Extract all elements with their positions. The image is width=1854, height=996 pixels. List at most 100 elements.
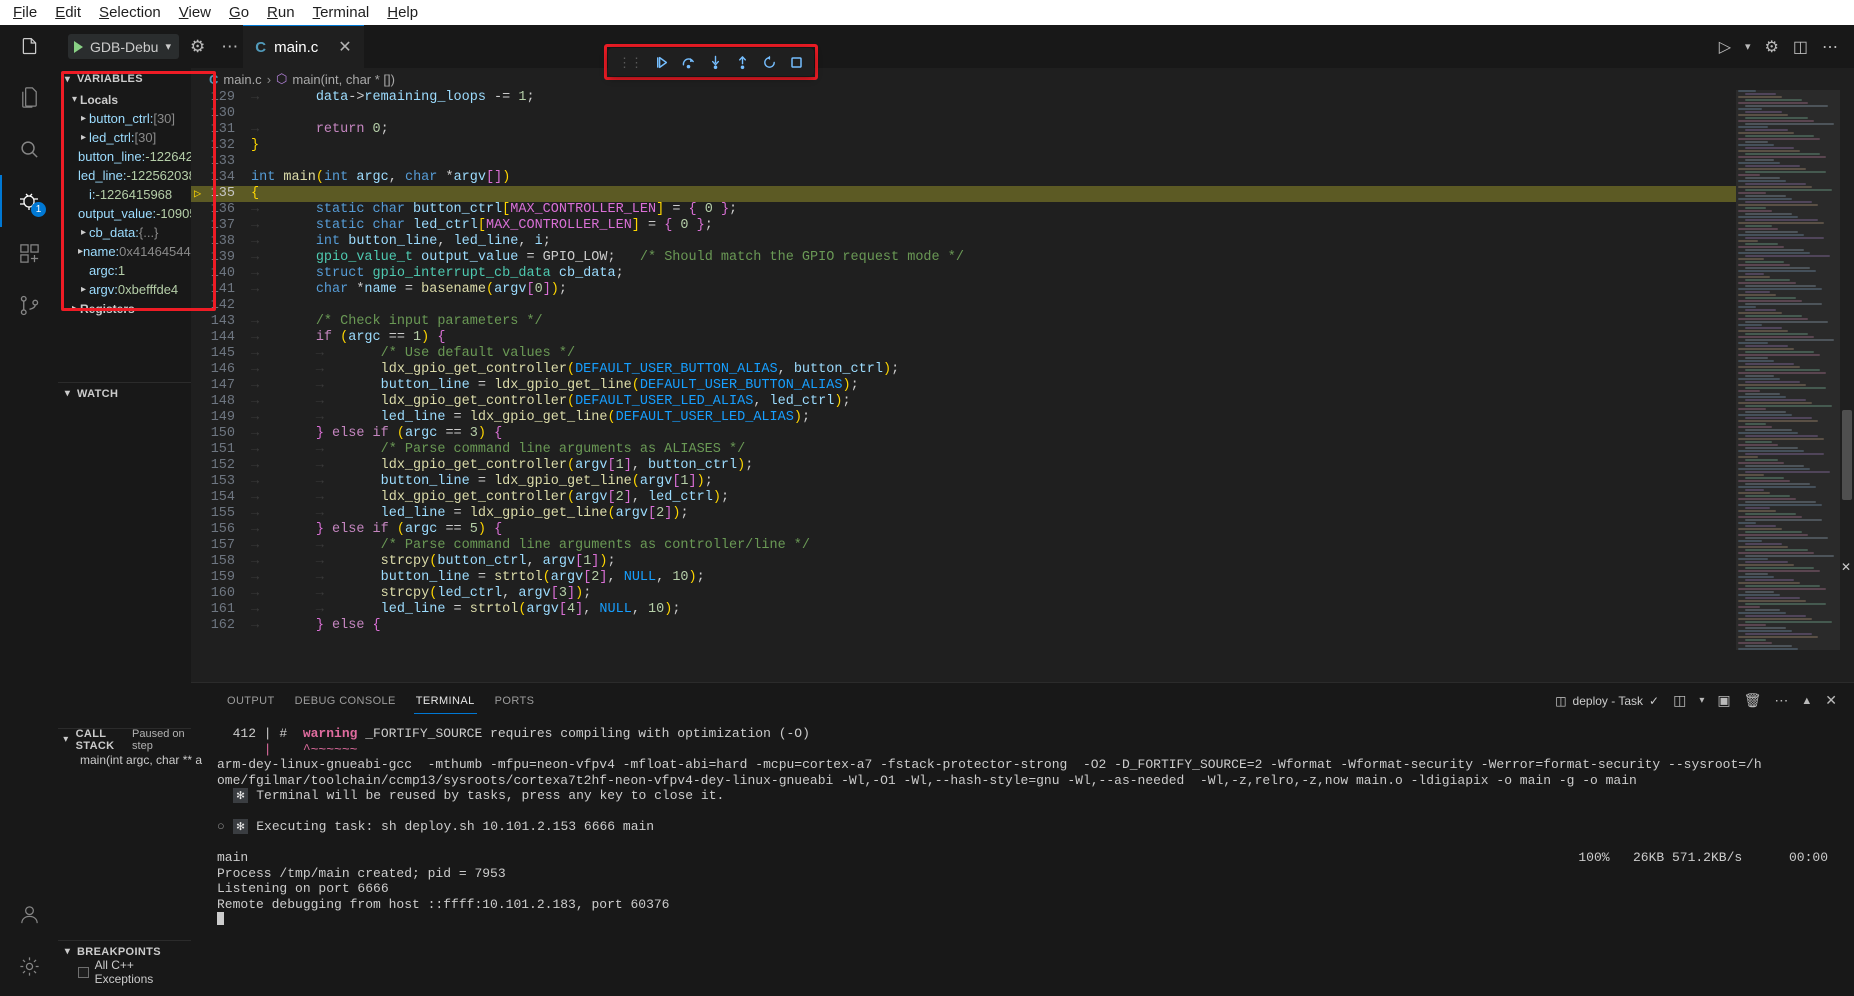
variable-row[interactable]: button_line: -1226423… — [58, 147, 213, 166]
sidebar-item-extensions[interactable] — [0, 227, 58, 279]
breakpoint-row[interactable]: All C++ Exceptions — [58, 958, 191, 986]
code-line[interactable]: 154 → → ldx_gpio_get_controller(argv[2], … — [191, 490, 1736, 506]
split-terminal-icon[interactable]: ◫ — [1668, 690, 1691, 711]
code-line[interactable]: 160 → → strcpy(led_ctrl, argv[3]); — [191, 586, 1736, 602]
close-icon[interactable]: ✕ — [1820, 690, 1842, 711]
code-line[interactable]: 143 → /* Check input parameters */ — [191, 314, 1736, 330]
run-icon[interactable]: ▷ — [1713, 33, 1737, 61]
ellipsis-icon[interactable]: ⋯ — [216, 37, 243, 57]
more-actions-icon[interactable]: ⋯ — [1816, 33, 1844, 61]
sidebar-item-source-control[interactable] — [0, 279, 58, 331]
variables-group-locals[interactable]: ▾ Locals — [58, 90, 191, 109]
chevron-down-icon[interactable]: ▾ — [69, 94, 80, 105]
chevron-down-icon[interactable]: ▾ — [62, 388, 73, 399]
continue-button[interactable] — [648, 50, 675, 74]
menu-help[interactable]: Help — [378, 2, 427, 24]
code-line[interactable]: 139 → gpio_value_t output_value = GPIO_LO… — [191, 250, 1736, 266]
variable-row[interactable]: ▸ cb_data: {...} — [58, 223, 191, 242]
menu-edit[interactable]: Edit — [46, 2, 90, 24]
code-line[interactable]: 157 → → /* Parse command line arguments a… — [191, 538, 1736, 554]
gear-icon[interactable]: ⚙ — [185, 37, 210, 57]
code-line[interactable]: 162 → } else { — [191, 618, 1736, 634]
sidebar-item-search[interactable] — [0, 123, 58, 175]
code-line[interactable]: 138 → int button_line, led_line, i; — [191, 234, 1736, 250]
callstack-frame-row[interactable]: main(int argc, char ** a — [58, 750, 202, 770]
chevron-down-icon[interactable]: ▾ — [1694, 693, 1709, 708]
code-line[interactable]: 147 → → button_line = ldx_gpio_get_line(D… — [191, 378, 1736, 394]
chevron-down-icon[interactable]: ▾ — [165, 40, 171, 53]
code-line[interactable]: 142 — [191, 298, 1736, 314]
tab-terminal[interactable]: TERMINAL — [406, 683, 485, 718]
terminal-task-chip[interactable]: ◫ deploy - Task ✓ — [1549, 694, 1665, 708]
chevron-down-icon[interactable]: ▾ — [62, 946, 73, 957]
code-lines[interactable]: 129 → data->remaining_loops -= 1; 130 131 → … — [191, 90, 1736, 682]
code-line[interactable]: 153 → → button_line = ldx_gpio_get_line(a… — [191, 474, 1736, 490]
code-line[interactable]: 155 → → led_line = ldx_gpio_get_line(argv… — [191, 506, 1736, 522]
menu-go[interactable]: Go — [220, 2, 258, 24]
menu-file[interactable]: File — [4, 2, 46, 24]
code-line[interactable]: 140 → struct gpio_interrupt_cb_data cb_da… — [191, 266, 1736, 282]
menu-selection[interactable]: Selection — [90, 2, 170, 24]
chevron-right-icon[interactable]: ▸ — [78, 284, 89, 295]
trash-icon[interactable]: 🗑 — [1739, 690, 1767, 711]
code-line[interactable]: 133 — [191, 154, 1736, 170]
step-out-button[interactable] — [729, 50, 756, 74]
tab-debug-console[interactable]: DEBUG CONSOLE — [285, 683, 406, 718]
variable-row[interactable]: i: -1226415968 — [58, 185, 191, 204]
editor-scrollbar[interactable]: ✕ — [1840, 90, 1854, 682]
code-line[interactable]: 145 → → /* Use default values */ — [191, 346, 1736, 362]
code-line[interactable]: 136 → static char button_ctrl[MAX_CONTROL… — [191, 202, 1736, 218]
code-line[interactable]: 134 int main(int argc, char *argv[]) — [191, 170, 1736, 186]
terminal-output[interactable]: 412 | # warning _FORTIFY_SOURCE requires… — [191, 718, 1854, 996]
code-line[interactable]: 148 → → ldx_gpio_get_controller(DEFAULT_U… — [191, 394, 1736, 410]
restart-button[interactable] — [756, 50, 783, 74]
chevron-down-icon[interactable]: ▾ — [62, 74, 73, 85]
step-into-button[interactable] — [702, 50, 729, 74]
tab-main-c[interactable]: C main.c ✕ — [243, 25, 364, 68]
variable-row[interactable]: output_value: -109051… — [58, 204, 217, 223]
variables-section-header[interactable]: ▾ VARIABLES — [58, 68, 191, 90]
stop-button[interactable] — [783, 50, 810, 74]
start-debug-icon[interactable] — [74, 40, 83, 53]
scrollbar-thumb[interactable] — [1842, 410, 1852, 500]
variable-row[interactable]: led_line: -1225620387 — [58, 166, 203, 185]
code-editor[interactable]: 129 → data->remaining_loops -= 1; 130 131 → … — [191, 90, 1854, 682]
explorer-icon-top[interactable] — [0, 25, 58, 68]
code-line[interactable]: 159 → → button_line = strtol(argv[2], NUL… — [191, 570, 1736, 586]
settings-gear-icon[interactable] — [0, 940, 58, 992]
code-line[interactable]: 146 → → ldx_gpio_get_controller(DEFAULT_U… — [191, 362, 1736, 378]
debug-config-dropdown[interactable]: GDB-Debu ▾ — [68, 34, 179, 59]
accounts-icon[interactable] — [0, 888, 58, 940]
breakpoint-checkbox[interactable] — [78, 966, 89, 978]
variable-row[interactable]: ▸ argv: 0xbefffde4 — [58, 280, 191, 299]
variable-row[interactable]: ▸ name: 0x41464544 <err… — [58, 242, 231, 261]
code-line[interactable]: 141 → char *name = basename(argv[0]); — [191, 282, 1736, 298]
variable-row[interactable]: ▸ button_ctrl: [30] — [58, 109, 191, 128]
chevron-down-icon[interactable]: ▾ — [1739, 36, 1757, 57]
code-line[interactable]: 149 → → led_line = ldx_gpio_get_line(DEFA… — [191, 410, 1736, 426]
code-line[interactable]: 137 → static char led_ctrl[MAX_CONTROLLER… — [191, 218, 1736, 234]
tab-output[interactable]: OUTPUT — [217, 683, 285, 718]
menu-terminal[interactable]: Terminal — [304, 2, 379, 24]
drag-grip-icon[interactable]: ⋮⋮ — [612, 56, 648, 69]
watch-section-header[interactable]: ▾ WATCH — [58, 382, 191, 404]
close-icon[interactable]: ✕ — [338, 37, 351, 57]
code-line[interactable]: 131 → return 0; — [191, 122, 1736, 138]
minimap-slider[interactable] — [1736, 90, 1840, 650]
code-line[interactable]: 156 → } else if (argc == 5) { — [191, 522, 1736, 538]
more-icon[interactable]: ⋯ — [1769, 690, 1793, 711]
callstack-section-header[interactable]: ▾ CALL STACK Paused on step — [58, 728, 191, 752]
minimap[interactable] — [1736, 90, 1840, 682]
split-editor-icon[interactable]: ◫ — [1787, 33, 1814, 61]
tab-ports[interactable]: PORTS — [485, 683, 545, 718]
variables-group-registers[interactable]: ▸ Registers — [58, 299, 191, 318]
layout-icon[interactable]: ▣ — [1712, 690, 1735, 711]
breadcrumb-symbol[interactable]: main(int, char * []) — [292, 72, 395, 87]
settings-gear-icon[interactable]: ⚙ — [1759, 33, 1785, 61]
step-over-button[interactable] — [675, 50, 702, 74]
code-line[interactable]: 158 → → strcpy(button_ctrl, argv[1]); — [191, 554, 1736, 570]
chevron-right-icon[interactable]: ▸ — [69, 303, 80, 314]
code-line[interactable]: 152 → → ldx_gpio_get_controller(argv[1], … — [191, 458, 1736, 474]
code-line[interactable]: ▷ 135{ — [191, 186, 1736, 202]
code-line[interactable]: 130 — [191, 106, 1736, 122]
